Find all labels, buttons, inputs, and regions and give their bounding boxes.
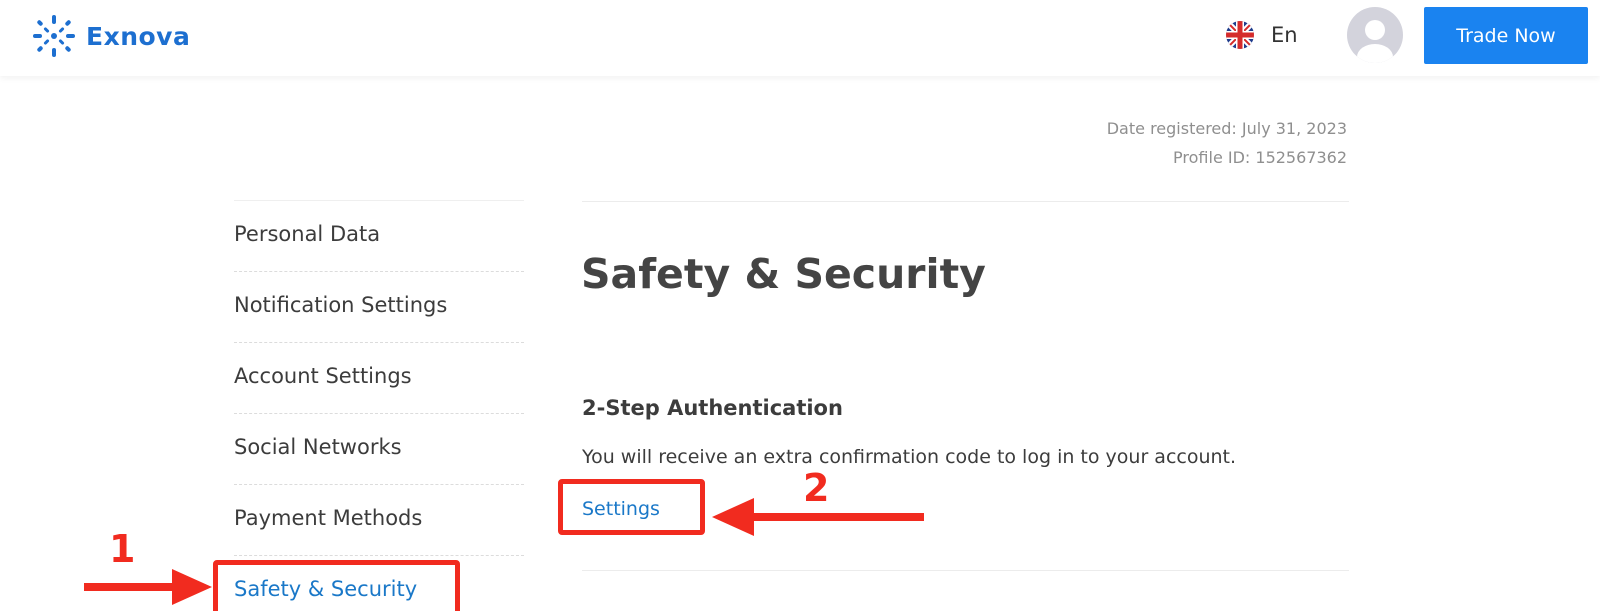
- top-header: Exnova En Trade Now: [0, 0, 1600, 76]
- content-divider-bottom: [582, 570, 1349, 571]
- two-step-auth-description: You will receive an extra confirmation c…: [582, 446, 1237, 468]
- arrow-left-icon: [712, 498, 924, 536]
- arrow-right-icon: [84, 569, 212, 605]
- two-step-auth-title: 2-Step Authentication: [582, 396, 843, 420]
- highlight-box-settings-link: [558, 479, 705, 535]
- uk-flag-icon: [1226, 21, 1254, 49]
- brand-logo[interactable]: Exnova: [32, 14, 190, 58]
- sidebar-item-personal-data[interactable]: Personal Data: [234, 201, 524, 272]
- highlight-box-safety-security: [213, 560, 460, 611]
- sidebar-item-payment-methods[interactable]: Payment Methods: [234, 485, 524, 556]
- date-registered: Date registered: July 31, 2023: [1106, 119, 1347, 138]
- sidebar-item-notification-settings[interactable]: Notification Settings: [234, 272, 524, 343]
- profile-meta: Date registered: July 31, 2023 Profile I…: [1107, 114, 1347, 172]
- logo-mark-icon: [33, 15, 75, 57]
- sidebar-item-social-networks[interactable]: Social Networks: [234, 414, 524, 485]
- sidebar-item-account-settings[interactable]: Account Settings: [234, 343, 524, 414]
- profile-id: Profile ID: 152567362: [1173, 148, 1347, 167]
- user-silhouette-icon: [1357, 20, 1393, 63]
- brand-name: Exnova: [86, 21, 191, 51]
- trade-now-button[interactable]: Trade Now: [1424, 7, 1588, 64]
- content-divider-top: [582, 201, 1349, 202]
- settings-sidebar: Personal Data Notification Settings Acco…: [234, 200, 524, 611]
- language-selector[interactable]: En: [1226, 21, 1298, 49]
- user-avatar[interactable]: [1347, 7, 1403, 63]
- step-number-1: 1: [109, 527, 136, 571]
- page-title: Safety & Security: [581, 250, 986, 298]
- language-label: En: [1271, 23, 1298, 47]
